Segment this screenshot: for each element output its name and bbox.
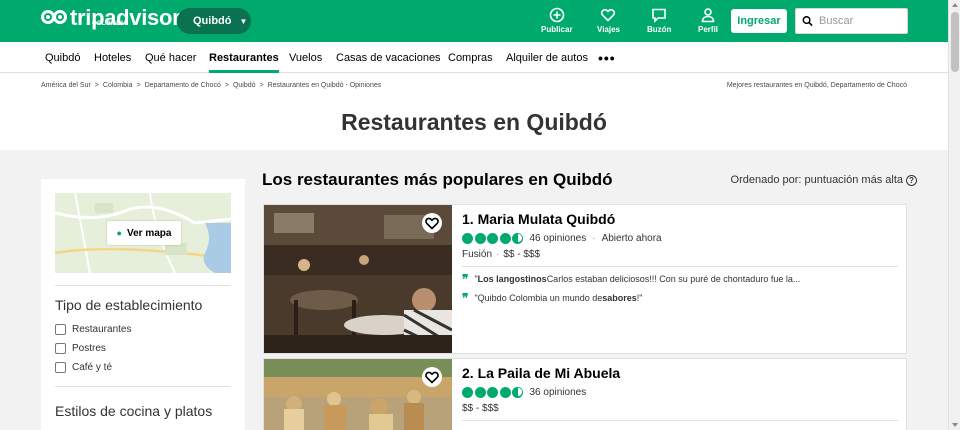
filter-option-restaurantes[interactable]: Restaurantes [55, 324, 131, 335]
geo-label: Quibdó [193, 15, 232, 27]
view-map-button[interactable]: ● Ver mapa [107, 221, 181, 245]
cuisine-price: Fusión · $$ - $$$ [462, 249, 541, 260]
breadcrumb-item[interactable]: Colombia [103, 82, 133, 89]
cuisine: Fusión [462, 249, 493, 260]
restaurant-card[interactable]: 2. La Paila de Mi Abuela 36 opiniones $$… [263, 358, 907, 430]
breadcrumb-separator: > [94, 82, 99, 89]
person-icon [701, 8, 715, 23]
filter-group-title: Estilos de cocina y platos [55, 403, 213, 419]
checkbox[interactable] [55, 362, 66, 373]
rating-bubbles [462, 387, 525, 398]
buzon-label: Buzón [647, 25, 672, 34]
breadcrumb-right-text: Mejores restaurantes en Quibdó, Departam… [726, 82, 907, 89]
filter-sidebar: ● Ver mapa Tipo de establecimiento Resta… [41, 179, 245, 430]
sort-control[interactable]: Ordenado por: puntuación más alta ? [731, 174, 917, 186]
publicar-label: Publicar [541, 25, 573, 34]
save-heart-icon[interactable] [422, 213, 442, 233]
breadcrumb-separator: > [259, 82, 264, 89]
price-range: $$ - $$$ [462, 403, 499, 414]
rating-row: 46 opiniones Abierto ahora [462, 233, 662, 244]
title-section: América del Sur > Colombia > Departament… [0, 73, 948, 150]
map-preview[interactable]: ● Ver mapa [55, 193, 231, 273]
restaurant-name[interactable]: 1. Maria Mulata Quibdó [462, 211, 615, 227]
perfil-button[interactable]: Perfil [698, 7, 718, 35]
subnav-alquiler-autos[interactable]: Alquiler de autos [506, 42, 588, 73]
message-icon [652, 8, 667, 23]
quote-icon: ❞ [462, 271, 469, 286]
filter-option-label: Café y té [72, 362, 113, 373]
subnav-casas-vacaciones[interactable]: Casas de vacaciones [336, 42, 441, 73]
login-button[interactable]: Ingresar [731, 9, 787, 33]
checkbox[interactable] [55, 343, 66, 354]
filter-option-label: Postres [72, 343, 106, 354]
publicar-button[interactable]: Publicar [541, 7, 573, 35]
plus-circle-icon [549, 7, 565, 23]
search-icon [802, 16, 813, 27]
snippet-text: Carlos estaban deliciosos!!! Con su puré… [546, 274, 801, 284]
owl-logo-icon [41, 10, 69, 28]
scroll-down-icon[interactable] [952, 423, 958, 427]
breadcrumb-item[interactable]: Quibdó [233, 82, 256, 89]
caret-down-icon: ▼ [239, 16, 248, 26]
review-count[interactable]: 36 opiniones [530, 387, 587, 398]
snippet-text: Quibdo Colombia un mundo de [477, 293, 603, 303]
help-icon[interactable]: ? [906, 174, 917, 186]
search-input[interactable] [819, 15, 907, 27]
subnav-que-hacer[interactable]: Qué hacer [145, 42, 196, 73]
divider [55, 285, 231, 286]
review-snippet[interactable]: ❞ " Los langostinos Carlos estaban delici… [462, 271, 801, 286]
category-nav: Quibdó Hoteles Qué hacer Restaurantes Vu… [0, 42, 948, 73]
map-pin-icon: ● [116, 228, 122, 238]
viajes-label: Viajes [597, 25, 620, 34]
filter-group-title: Tipo de establecimiento [55, 297, 203, 313]
rating-row: 36 opiniones [462, 387, 586, 398]
review-count[interactable]: 46 opiniones [530, 233, 587, 244]
breadcrumb-separator: > [136, 82, 141, 89]
snippet-bold: Los langostinos [477, 274, 547, 284]
subnav-vuelos[interactable]: Vuelos [289, 42, 322, 73]
price-range: $$ - $$$ [503, 249, 541, 260]
search-box[interactable] [795, 8, 908, 34]
scroll-up-icon[interactable] [952, 3, 958, 7]
breadcrumb: América del Sur > Colombia > Departament… [41, 82, 385, 89]
geo-selector-button[interactable]: Quibdó ▼ [177, 8, 251, 34]
snippet-bold: sabores [602, 293, 637, 303]
page-scrollbar[interactable] [948, 0, 960, 430]
quote-icon: ❞ [462, 290, 469, 305]
restaurant-name[interactable]: 2. La Paila de Mi Abuela [462, 365, 620, 381]
subnav-quibdo[interactable]: Quibdó [45, 42, 80, 73]
results-title: Los restaurantes más populares en Quibdó [262, 170, 613, 189]
subnav-hoteles[interactable]: Hoteles [94, 42, 131, 73]
filter-option-cafe-te[interactable]: Café y té [55, 362, 112, 373]
logo-country: COLOMBIA [92, 21, 128, 27]
card-divider [462, 266, 898, 267]
more-icon[interactable]: ••• [598, 42, 616, 73]
perfil-label: Perfil [698, 25, 719, 34]
page-title: Restaurantes en Quibdó [341, 109, 607, 135]
buzon-button[interactable]: Buzón [647, 7, 671, 35]
breadcrumb-item[interactable]: Departamento de Chocó [145, 82, 221, 89]
breadcrumb-current: Restaurantes en Quibdó - Opiniones [267, 82, 382, 89]
sort-label: Ordenado por: puntuación más alta [730, 174, 903, 186]
breadcrumb-item[interactable]: América del Sur [41, 82, 91, 89]
restaurant-card[interactable]: 1. Maria Mulata Quibdó 46 opiniones Abie… [263, 204, 907, 354]
heart-icon [601, 8, 616, 22]
view-map-label: Ver mapa [126, 227, 172, 239]
divider [55, 386, 231, 387]
subnav-restaurantes[interactable]: Restaurantes [209, 42, 279, 73]
checkbox[interactable] [55, 324, 66, 335]
breadcrumb-separator: > [224, 82, 229, 89]
viajes-button[interactable]: Viajes [597, 7, 620, 35]
review-snippet[interactable]: ❞ " Quibdo Colombia un mundo de sabores !" [462, 290, 643, 305]
subnav-compras[interactable]: Compras [448, 42, 493, 73]
card-divider [462, 420, 898, 421]
rating-bubbles [462, 233, 525, 244]
scroll-thumb[interactable] [951, 12, 959, 72]
save-heart-icon[interactable] [422, 367, 442, 387]
top-header: tripadvisor COLOMBIA Quibdó ▼ Publicar V… [0, 0, 948, 42]
filter-option-postres[interactable]: Postres [55, 343, 106, 354]
open-status: Abierto ahora [592, 233, 662, 244]
filter-option-label: Restaurantes [72, 324, 132, 335]
